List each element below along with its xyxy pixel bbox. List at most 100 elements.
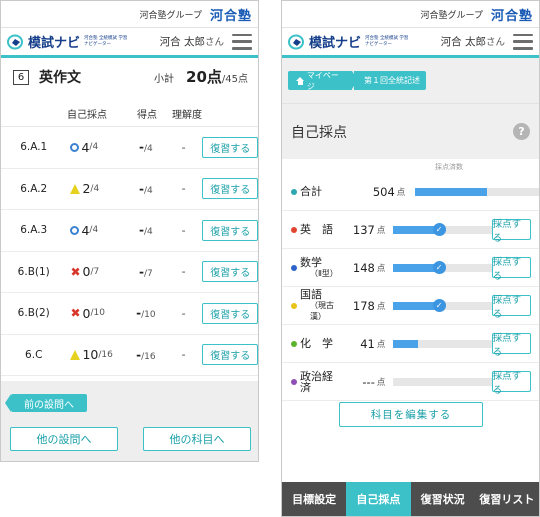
col-self-score: 自己採点 [67, 109, 107, 121]
review-button[interactable]: 復習する [202, 136, 258, 158]
app-logo[interactable]: 模試ナビ 河合塾 全統模試 学習ナビゲーター [288, 32, 409, 51]
subject-name: 数学 （Ⅱ型） [300, 257, 344, 279]
self-score-max: /4 [89, 142, 99, 153]
breadcrumb-home[interactable]: マイページ [288, 70, 358, 91]
edit-subjects-button[interactable]: 科目を編集する [339, 402, 483, 427]
table-row: 6.B(2) ✖ 0/10 -/10- 復習する [1, 293, 258, 335]
progress-bar: ✓ [393, 260, 492, 274]
logo-mark-icon [7, 34, 23, 49]
nav-tab[interactable]: 自己採点 [346, 482, 411, 516]
app-name: 模試ナビ [309, 36, 362, 51]
table-row: 6.C 10/16 -/16- 復習する [1, 335, 258, 376]
kawaijuku-logo[interactable]: 河合塾 [210, 5, 252, 24]
self-score: 10/16 [66, 347, 121, 362]
subject-name-text: 合計 [300, 185, 322, 198]
score-input-button[interactable]: 採点する [491, 371, 531, 396]
app-logo[interactable]: 模試ナビ 河合塾 全統模試 学習ナビゲーター [7, 32, 128, 51]
subject-color-dot [291, 302, 297, 309]
breadcrumb-home-label: マイページ [306, 70, 339, 91]
self-score-max: /7 [90, 266, 100, 277]
score-max: /7 [143, 268, 153, 279]
score-input-button[interactable]: 採点する [491, 219, 531, 244]
partial-triangle-icon [70, 349, 81, 360]
correct-circle-icon [70, 225, 80, 235]
question-detail-screen: 河合塾グループ 河合塾 模試ナビ 河合塾 全統模試 学習ナビゲーター 河合 太郎… [0, 0, 259, 462]
self-score: ✖ 0/7 [66, 264, 121, 279]
app-header: 模試ナビ 河合塾 全統模試 学習ナビゲーター 河合 太郎さん [1, 28, 258, 58]
question-header: 6 英作文 小計 20点 /45点 [1, 58, 258, 92]
score-input-button[interactable]: 採点する [491, 257, 531, 282]
question-id: 6.A.1 [20, 141, 48, 154]
user-name-text: 河合 太郎 [159, 36, 205, 48]
subject-name: 合計 [300, 186, 355, 197]
app-header: 模試ナビ 河合塾 全統模試 学習ナビゲーター 河合 太郎さん [282, 28, 539, 58]
subject-name: 英 語 [300, 224, 344, 235]
nav-tab[interactable]: 目標設定 [282, 482, 346, 516]
subject-name: 化 学 [300, 338, 344, 349]
help-icon[interactable]: ? [513, 123, 530, 140]
footer-nav-area: 前の設問へ 他の設問へ 他の科目へ [1, 381, 258, 461]
subject-score: 137 [352, 222, 375, 237]
nav-tab[interactable]: 復習状況 [411, 482, 475, 516]
self-score: ✖ 0/10 [66, 306, 121, 321]
subject-name: 国語 （現古漢） [300, 289, 344, 322]
nav-tab[interactable]: 復習リスト [475, 482, 539, 516]
prev-question-button[interactable]: 前の設問へ [5, 394, 87, 412]
app-name: 模試ナビ [28, 36, 81, 51]
col-understanding: 理解度 [172, 109, 202, 121]
score-input-button[interactable]: 採点する [491, 333, 531, 358]
score: -/4 [121, 140, 171, 154]
user-suffix: さん [485, 37, 505, 48]
subject-row: 国語 （現古漢） 178 点 ✓ 採点する [282, 287, 539, 325]
progress-bar-fill [393, 225, 436, 234]
question-id: 6.C [25, 348, 43, 361]
subtotal-label: 小計 [154, 74, 175, 85]
subject-row: 化 学 41 点 採点する [282, 325, 539, 363]
question-title: 英作文 [39, 70, 81, 86]
top-bar: 河合塾グループ 河合塾 [1, 1, 258, 28]
score-max: /4 [143, 227, 153, 238]
review-button[interactable]: 復習する [202, 261, 258, 283]
score-table: 6.A.1 4/4 -/4- 復習する 6.A.2 2/4 -/4- 復習する 6.A.3 4/4… [1, 126, 258, 376]
breadcrumb: マイページ 第１回全統記述 [282, 58, 539, 103]
point-unit: 点 [376, 263, 386, 274]
subject-name: 政治経済 [300, 371, 344, 393]
subject-color-dot [291, 340, 297, 347]
section-header: 自己採点 ? [282, 103, 539, 159]
app-tagline: 河合塾 全統模試 学習ナビゲーター [84, 35, 128, 47]
subject-name-text: 数学 [300, 255, 322, 269]
menu-icon[interactable] [232, 33, 252, 50]
table-row: 6.B(1) ✖ 0/7 -/7- 復習する [1, 252, 258, 293]
subject-color-dot [291, 264, 297, 271]
progress-bar-fill [414, 187, 487, 196]
score-max: /16 [141, 351, 156, 362]
progress-bar: ✓ [393, 222, 492, 236]
point-unit: 点 [396, 187, 406, 198]
other-subjects-button[interactable]: 他の科目へ [143, 427, 251, 451]
self-score-value: 0 [82, 305, 91, 321]
subject-color-dot [291, 226, 297, 233]
subject-row: 数学 （Ⅱ型） 148 点 ✓ 採点する [282, 249, 539, 287]
review-button[interactable]: 復習する [202, 178, 258, 200]
point-unit: 点 [376, 339, 386, 350]
score: -/4 [121, 182, 171, 196]
progress-bar [393, 377, 492, 386]
subject-name-text: 英 語 [300, 223, 333, 236]
breadcrumb-current[interactable]: 第１回全統記述 [354, 71, 426, 90]
review-button[interactable]: 復習する [202, 302, 258, 324]
review-button[interactable]: 復習する [202, 219, 258, 241]
menu-icon[interactable] [513, 33, 533, 50]
subtotal-value: 20点 [186, 68, 222, 86]
understanding: - [181, 265, 186, 279]
other-questions-button[interactable]: 他の設問へ [10, 427, 118, 451]
review-button[interactable]: 復習する [202, 344, 258, 366]
progress-bar [393, 339, 492, 348]
score-input-button[interactable]: 採点する [491, 295, 531, 320]
self-score-max: /4 [90, 183, 100, 194]
correct-circle-icon [70, 142, 80, 152]
group-text: 河合塾グループ [420, 10, 483, 21]
self-score-max: /4 [89, 225, 99, 236]
kawaijuku-logo[interactable]: 河合塾 [491, 5, 533, 24]
self-score-value: 0 [82, 264, 91, 280]
home-icon [296, 76, 304, 85]
